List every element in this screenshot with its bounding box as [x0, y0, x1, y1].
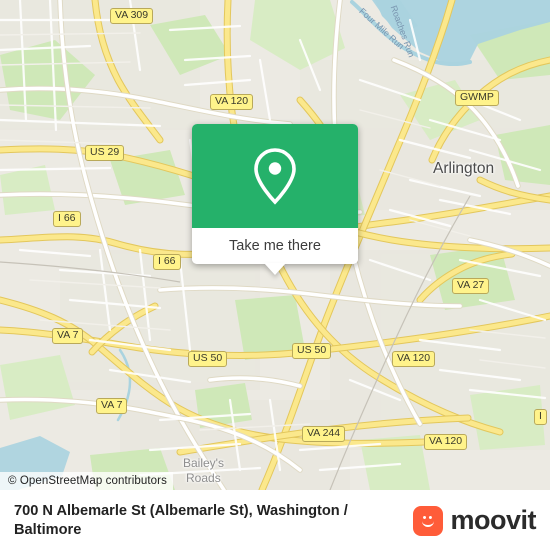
map-pin-icon [254, 148, 296, 205]
place-label-baileys: Bailey's [183, 456, 224, 470]
popup-pin-area [192, 124, 358, 228]
moovit-smile [422, 521, 435, 527]
road-shield-us-50-east: US 50 [292, 343, 332, 359]
moovit-wordmark: moovit [450, 505, 536, 535]
road-shield-us-29: US 29 [85, 145, 125, 161]
road-shield-us-50-west: US 50 [188, 351, 228, 367]
moovit-logo[interactable]: •• moovit [413, 505, 550, 536]
road-shield-va-27: VA 27 [452, 278, 490, 294]
moovit-mark-icon: •• [413, 505, 444, 536]
road-shield-va-7-north: VA 7 [52, 328, 84, 344]
road-shield-va-120-north: VA 120 [210, 94, 254, 110]
address-title: 700 N Albemarle St (Albemarle St), Washi… [14, 502, 348, 538]
take-me-there-button[interactable]: Take me there [192, 228, 358, 275]
place-label-arlington: Arlington [433, 160, 495, 177]
map-screenshot: .land { fill:#eceae3; } .green { fill:#c… [0, 0, 550, 550]
take-me-there-label: Take me there [229, 238, 321, 254]
road-shield-i-66-west: I 66 [53, 211, 81, 227]
road-shield-va-120-south: VA 120 [424, 434, 468, 450]
road-shield-i-395: I [534, 409, 547, 425]
place-label-roads: Roads [186, 471, 221, 485]
footer-bar: 700 N Albemarle St (Albemarle St), Washi… [0, 490, 550, 550]
map-canvas[interactable]: .land { fill:#eceae3; } .green { fill:#c… [0, 0, 550, 490]
road-shield-va-244: VA 244 [302, 426, 346, 442]
road-shield-va-120-mid: VA 120 [392, 351, 436, 367]
road-shield-va-309: VA 309 [110, 8, 154, 24]
popup-tail [264, 263, 286, 275]
road-shield-i-66-east: I 66 [153, 254, 181, 270]
road-shield-va-7-south: VA 7 [96, 398, 128, 414]
road-shield-gwmp: GWMP [455, 90, 499, 106]
osm-attribution[interactable]: © OpenStreetMap contributors [0, 472, 173, 490]
location-popup[interactable]: Take me there [192, 124, 358, 275]
